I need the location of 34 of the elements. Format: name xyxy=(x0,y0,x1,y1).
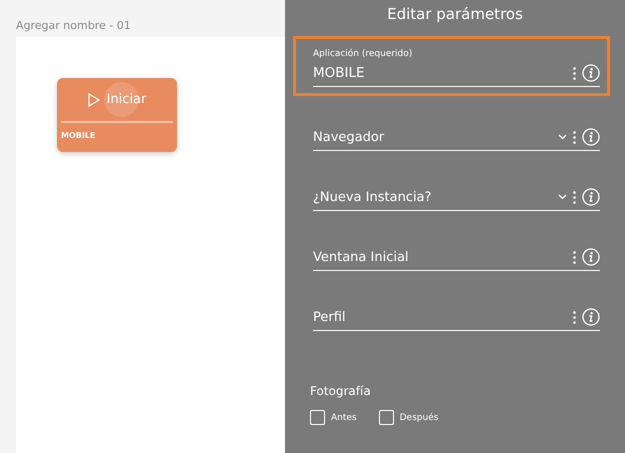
field-placeholder: Navegador xyxy=(313,130,386,144)
more-icon[interactable] xyxy=(573,130,576,144)
checkbox-label: Antes xyxy=(331,412,357,422)
info-icon[interactable] xyxy=(582,248,600,266)
more-icon[interactable] xyxy=(573,250,576,264)
more-icon[interactable] xyxy=(573,310,576,324)
field-placeholder: ¿Nueva Instancia? xyxy=(313,190,432,204)
info-icon[interactable] xyxy=(582,188,600,206)
more-icon[interactable] xyxy=(573,190,576,204)
field-label: Aplicación (requerido) xyxy=(313,48,414,60)
field-placeholder: Ventana Inicial xyxy=(313,250,410,264)
checkbox-label: Después xyxy=(400,412,438,422)
form-field[interactable]: Navegador xyxy=(293,100,610,160)
info-icon[interactable] xyxy=(582,64,600,82)
field-placeholder: Perfil xyxy=(313,310,347,324)
field-value: MOBILE xyxy=(313,65,366,81)
form-field[interactable]: Ventana Inicial xyxy=(293,220,610,280)
chevron-down-icon[interactable] xyxy=(558,134,567,140)
chevron-down-icon[interactable] xyxy=(558,194,567,200)
more-icon[interactable] xyxy=(573,66,576,80)
checkbox[interactable] xyxy=(378,410,394,425)
info-icon[interactable] xyxy=(582,128,600,146)
play-icon xyxy=(88,92,100,106)
start-node[interactable]: Iniciar MOBILE xyxy=(57,78,177,152)
form-field[interactable]: ¿Nueva Instancia? xyxy=(293,160,610,220)
node-caption: MOBILE xyxy=(61,131,96,140)
diagram-title: Agregar nombre - 01 xyxy=(16,19,132,33)
checkbox[interactable] xyxy=(310,410,325,425)
form-field[interactable]: Aplicación (requerido) MOBILE xyxy=(293,36,610,96)
info-icon[interactable] xyxy=(582,308,600,326)
section-title: Fotografía xyxy=(310,384,372,398)
panel-title: Editar parámetros xyxy=(386,4,524,25)
form-field[interactable]: Perfil xyxy=(293,280,610,340)
node-label: Iniciar xyxy=(106,92,146,107)
